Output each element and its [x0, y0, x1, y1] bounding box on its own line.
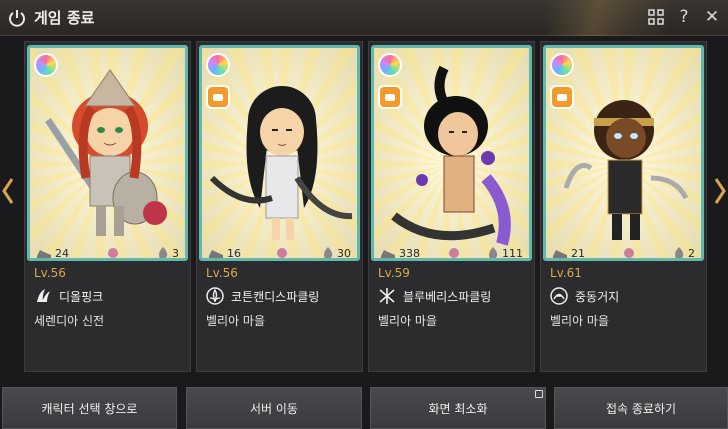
title-bar: 게임 종료 ? ✕: [0, 0, 728, 36]
character-card[interactable]: 21 2 Lv.61 중동거지 벨리아 마을: [540, 41, 707, 372]
circle-class-icon: [550, 287, 568, 305]
power-icon: [6, 7, 28, 29]
help-icon[interactable]: ?: [674, 7, 694, 27]
shoe-icon: [209, 250, 223, 258]
left-stat: 16: [227, 246, 241, 260]
rainbow-badge-icon: [378, 53, 402, 77]
right-stat: 111: [502, 246, 523, 260]
close-icon[interactable]: ✕: [702, 7, 722, 27]
character-portrait: 338 111: [371, 45, 532, 261]
grid-icon[interactable]: [646, 7, 666, 27]
minimize-label: 화면 최소화: [428, 401, 488, 416]
shoe-icon: [381, 250, 395, 258]
character-level: Lv.61: [550, 266, 582, 280]
rainbow-badge-icon: [206, 53, 230, 77]
flame-icon: [675, 247, 684, 258]
character-select-button[interactable]: 캐릭터 선택 창으로: [2, 387, 177, 429]
character-name: 디올핑크: [59, 289, 104, 304]
left-stat: 21: [571, 246, 585, 260]
shoe-icon: [553, 250, 567, 258]
character-location: 벨리아 마을: [550, 314, 610, 328]
chest-badge-icon: [550, 85, 574, 109]
cookie-character-image: [45, 69, 167, 236]
lotus-class-icon: [206, 287, 224, 305]
shoe-icon: [37, 250, 51, 258]
rune-class-icon: [379, 288, 395, 304]
cookie-character-image: [209, 86, 353, 240]
window-corner-icon: [535, 390, 543, 398]
right-stat: 3: [172, 246, 179, 260]
character-location: 세렌디아 신전: [34, 314, 105, 328]
character-level: Lv.59: [378, 266, 410, 280]
wing-class-icon: [37, 289, 50, 302]
character-location: 벨리아 마을: [206, 314, 266, 328]
character-level: Lv.56: [34, 266, 66, 280]
character-name: 블루베리스파클링: [403, 289, 492, 304]
left-stat: 338: [399, 246, 420, 260]
window-title: 게임 종료: [34, 9, 95, 27]
server-move-button[interactable]: 서버 이동: [186, 387, 362, 429]
emblem-icon: [448, 248, 459, 258]
character-name: 중동거지: [575, 289, 620, 304]
character-location: 벨리아 마을: [378, 314, 438, 328]
cookie-character-image: [391, 65, 511, 246]
left-stat: 24: [55, 246, 69, 260]
flame-icon: [489, 247, 498, 258]
character-level: Lv.56: [206, 266, 238, 280]
chest-badge-icon: [378, 85, 402, 109]
emblem-icon: [276, 248, 287, 258]
flame-icon: [324, 247, 333, 258]
rainbow-badge-icon: [34, 53, 58, 77]
character-card[interactable]: 16 30 Lv.56 코튼캔디스파클링 벨리아 마을: [196, 41, 363, 372]
chevron-right-icon[interactable]: [713, 176, 727, 206]
quit-button[interactable]: 접속 종료하기: [554, 387, 728, 429]
character-portrait: 16 30: [199, 45, 360, 261]
emblem-icon: [108, 248, 118, 258]
right-stat: 30: [337, 246, 351, 260]
chest-badge-icon: [206, 85, 230, 109]
rainbow-badge-icon: [550, 53, 574, 77]
character-portrait: 21 2: [543, 45, 704, 261]
right-stat: 2: [688, 246, 695, 260]
character-card[interactable]: 24 3 Lv.56 디올핑크 세렌디아 신전: [24, 41, 191, 372]
chevron-left-icon[interactable]: [1, 176, 15, 206]
character-card[interactable]: 338 111 Lv.59 블루베리스파클링 벨리아 마을: [368, 41, 535, 372]
flame-icon: [159, 247, 168, 258]
character-portrait: 24 3: [27, 45, 188, 261]
character-name: 코튼캔디스파클링: [231, 289, 320, 304]
minimize-button[interactable]: 화면 최소화: [370, 387, 546, 429]
emblem-icon: [624, 248, 634, 258]
cookie-character-image: [563, 100, 689, 240]
